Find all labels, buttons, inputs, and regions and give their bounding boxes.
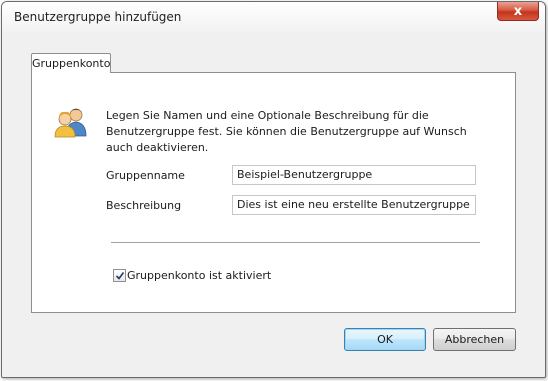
tab-gruppenkonto[interactable]: Gruppenkonto: [31, 53, 111, 73]
tab-panel: Legen Sie Namen und eine Optionale Besch…: [31, 72, 516, 313]
description-field[interactable]: Dies ist eine neu erstellte Benutzergrup…: [232, 195, 476, 215]
close-button[interactable]: x: [497, 2, 539, 21]
ok-button[interactable]: OK: [344, 328, 426, 351]
active-checkbox-label[interactable]: Gruppenkonto ist aktiviert: [127, 269, 271, 282]
check-icon: [115, 271, 124, 280]
active-checkbox[interactable]: [113, 269, 126, 282]
dialog-window: Benutzergruppe hinzufügen x Gruppenkonto…: [1, 1, 546, 378]
tab-label: Gruppenkonto: [32, 57, 111, 70]
window-title: Benutzergruppe hinzufügen: [14, 10, 182, 24]
separator: [111, 242, 480, 244]
group-name-field[interactable]: Beispiel-Benutzergruppe: [232, 165, 476, 185]
cancel-button[interactable]: Abbrechen: [433, 328, 516, 351]
description-label: Beschreibung: [106, 199, 182, 212]
intro-text: Legen Sie Namen und eine Optionale Besch…: [106, 109, 467, 154]
group-name-label: Gruppenname: [106, 169, 185, 182]
close-icon: x: [513, 3, 523, 19]
users-icon: [54, 106, 88, 138]
title-bar[interactable]: Benutzergruppe hinzufügen x: [2, 2, 545, 32]
